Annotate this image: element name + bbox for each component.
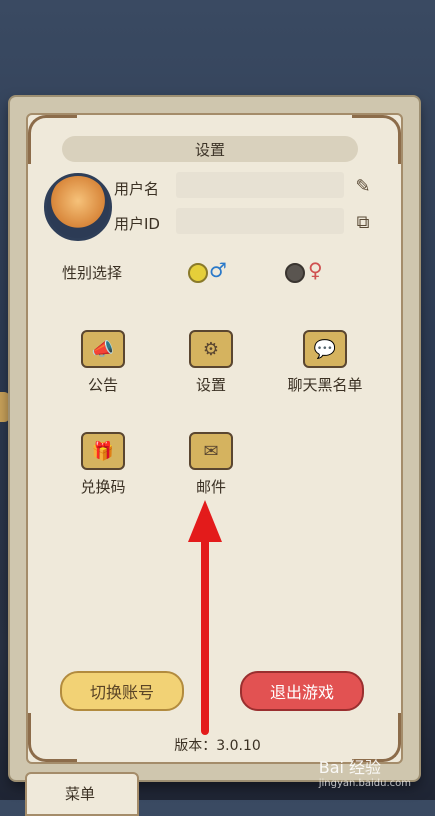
female-icon: ♀ [308, 258, 323, 282]
female-radio[interactable] [285, 263, 305, 283]
corner-ornament [352, 115, 401, 164]
exit-game-button[interactable]: 退出游戏 [240, 671, 364, 711]
mail-label: 邮件 [195, 478, 226, 496]
annotation-arrow-shaft [201, 515, 209, 735]
bottom-menu-tab[interactable]: 菜单 [25, 772, 139, 816]
userid-value [176, 208, 344, 234]
userid-label: 用户ID [114, 215, 160, 233]
side-tab[interactable] [0, 392, 10, 422]
watermark-main: Bai 经验 [318, 758, 382, 777]
gift-ticket-icon: 🎁 [81, 432, 125, 470]
redeem-code-label: 兑换码 [80, 478, 126, 496]
chat-blacklist-label: 聊天黑名单 [287, 376, 363, 394]
watermark-sub: jingyan.baidu.com [318, 778, 411, 789]
settings-label: 设置 [195, 376, 226, 394]
notice-button[interactable]: 📣 公告 [58, 330, 148, 395]
redeem-code-button[interactable]: 🎁 兑换码 [58, 432, 148, 497]
chat-bubble-icon: 💬 [303, 330, 347, 368]
username-value [176, 172, 344, 198]
menu-label: 菜单 [65, 785, 96, 803]
chat-blacklist-button[interactable]: 💬 聊天黑名单 [270, 330, 380, 395]
male-radio[interactable] [188, 263, 208, 283]
switch-account-button[interactable]: 切换账号 [60, 671, 184, 711]
panel-title: 设置 [62, 136, 358, 162]
watermark: Bai 经验 jingyan.baidu.com [319, 754, 411, 789]
megaphone-icon: 📣 [81, 330, 125, 368]
version-text: 版本：3.0.10 [174, 738, 261, 754]
gender-label: 性别选择 [62, 264, 123, 282]
copy-icon[interactable]: ⧉ [352, 212, 374, 234]
pencil-icon[interactable]: ✎ [352, 176, 374, 198]
settings-button[interactable]: ⚙ 设置 [166, 330, 256, 395]
username-label: 用户名 [114, 180, 160, 198]
notice-label: 公告 [87, 376, 118, 394]
male-icon: ♂ [209, 258, 227, 282]
envelope-icon: ✉ [189, 432, 233, 470]
avatar [44, 173, 112, 241]
mail-button[interactable]: ✉ 邮件 [166, 432, 256, 497]
gear-icon: ⚙ [189, 330, 233, 368]
